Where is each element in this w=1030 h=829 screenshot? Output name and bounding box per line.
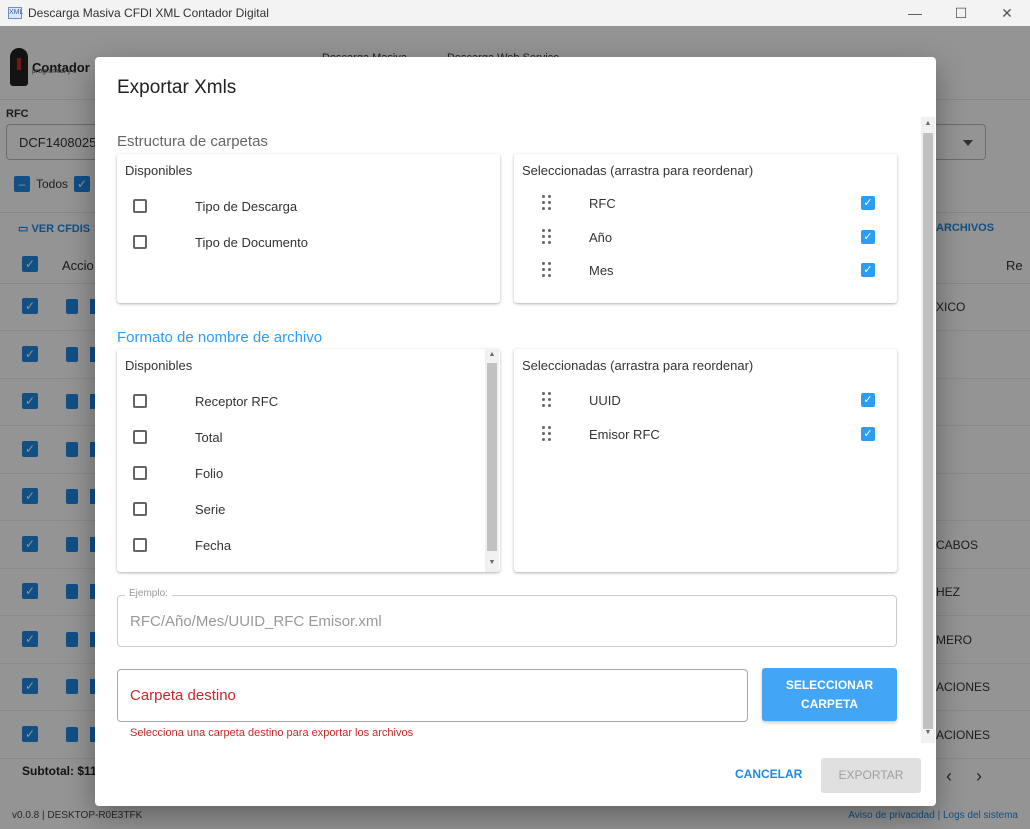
available-item-checkbox[interactable] xyxy=(133,235,147,249)
available-item-checkbox[interactable] xyxy=(133,502,147,516)
selected-item[interactable]: UUID ✓ xyxy=(514,391,897,411)
available-item-label: Receptor RFC xyxy=(195,394,279,409)
available-item-checkbox[interactable] xyxy=(133,538,147,552)
drag-handle-icon[interactable] xyxy=(542,392,554,408)
selected-item[interactable]: Año ✓ xyxy=(514,228,897,248)
minimize-button[interactable]: — xyxy=(892,0,938,26)
selected-item-label: RFC xyxy=(589,196,616,211)
available-item-label: Fecha xyxy=(195,538,232,553)
folder-available-card: Disponibles Tipo de Descarga Tipo de Docu… xyxy=(117,154,500,303)
available-item[interactable]: Folio xyxy=(133,463,223,483)
close-window-button[interactable]: ✕ xyxy=(984,0,1030,26)
select-folder-button[interactable]: SELECCIONAR CARPETA xyxy=(762,668,897,721)
export-xmls-dialog: Exportar Xmls Estructura de carpetas Dis… xyxy=(95,57,936,806)
filename-selected-header: Seleccionadas (arrastra para reordenar) xyxy=(522,358,754,373)
select-folder-button-line1: SELECCIONAR xyxy=(785,678,874,692)
window-title: Descarga Masiva CFDI XML Contador Digita… xyxy=(28,6,269,20)
dialog-scroll-up-icon[interactable]: ▲ xyxy=(923,120,933,130)
selected-item[interactable]: Mes ✓ xyxy=(514,261,897,281)
selected-item-checkbox[interactable]: ✓ xyxy=(861,196,875,210)
export-button[interactable]: EXPORTAR xyxy=(821,758,921,793)
dialog-scroll-thumb[interactable] xyxy=(923,133,933,729)
available-item-label: Serie xyxy=(195,502,226,517)
available-item-checkbox[interactable] xyxy=(133,394,147,408)
destination-folder-help: Selecciona una carpeta destino para expo… xyxy=(130,727,414,739)
drag-handle-icon[interactable] xyxy=(542,262,554,278)
selected-item-checkbox[interactable]: ✓ xyxy=(861,393,875,407)
available-item-label: Tipo de Descarga xyxy=(195,199,298,214)
filename-format-title: Formato de nombre de archivo xyxy=(117,329,323,346)
selected-item-label: Emisor RFC xyxy=(589,426,660,442)
available-item-label: Folio xyxy=(195,466,224,481)
folder-selected-card: Seleccionadas (arrastra para reordenar) … xyxy=(514,154,897,303)
folder-available-header: Disponibles xyxy=(125,163,193,178)
scroll-up-arrow-icon[interactable]: ▲ xyxy=(487,351,497,358)
available-item-label: Tipo de Documento xyxy=(195,235,308,250)
filename-available-header: Disponibles xyxy=(125,358,193,373)
drag-handle-icon[interactable] xyxy=(542,425,554,442)
filename-available-scroll-thumb[interactable] xyxy=(487,363,497,551)
available-item[interactable]: Tipo de Documento xyxy=(133,232,308,252)
window-titlebar: XML Descarga Masiva CFDI XML Contador Di… xyxy=(0,0,1030,26)
folder-selected-header: Seleccionadas (arrastra para reordenar) xyxy=(522,163,754,178)
available-item-checkbox[interactable] xyxy=(133,430,147,444)
available-item-checkbox[interactable] xyxy=(133,466,147,480)
cancel-button[interactable]: CANCELAR xyxy=(735,767,802,781)
selected-item[interactable]: RFC ✓ xyxy=(514,194,897,214)
dialog-title: Exportar Xmls xyxy=(117,77,237,98)
select-folder-button-line2: CARPETA xyxy=(800,697,859,711)
filename-selected-card: Seleccionadas (arrastra para reordenar) … xyxy=(514,349,897,572)
drag-handle-icon[interactable] xyxy=(542,228,554,245)
drag-handle-icon[interactable] xyxy=(542,195,554,211)
destination-folder-label: Carpeta destino xyxy=(130,687,236,704)
selected-item-checkbox[interactable]: ✓ xyxy=(861,263,875,277)
folder-structure-title: Estructura de carpetas xyxy=(117,133,268,150)
available-item[interactable]: Serie xyxy=(133,499,225,519)
selected-item-checkbox[interactable]: ✓ xyxy=(861,426,875,441)
selected-item[interactable]: Emisor RFC ✓ xyxy=(514,425,897,445)
selected-item-label: Año xyxy=(589,229,613,245)
maximize-button[interactable]: ☐ xyxy=(938,0,984,26)
selected-item-label: Mes xyxy=(589,263,614,278)
window-controls: — ☐ ✕ xyxy=(892,0,1030,26)
example-value: RFC/Año/Mes/UUID_RFC Emisor.xml xyxy=(130,613,382,630)
example-label: Ejemplo: xyxy=(125,588,172,599)
scroll-down-arrow-icon[interactable]: ▼ xyxy=(487,559,497,566)
available-item[interactable]: Tipo de Descarga xyxy=(133,196,297,216)
selected-item-checkbox[interactable]: ✓ xyxy=(861,229,875,244)
app-icon: XML xyxy=(8,7,23,19)
available-item[interactable]: Receptor RFC xyxy=(133,391,278,411)
dialog-scroll-down-icon[interactable]: ▼ xyxy=(923,729,933,739)
available-item[interactable]: Fecha xyxy=(133,535,231,555)
available-item-checkbox[interactable] xyxy=(133,199,147,213)
selected-item-label: UUID xyxy=(589,393,621,408)
filename-available-card: Disponibles Receptor RFC Total Folio Serie F… xyxy=(117,349,500,572)
available-item-label: Total xyxy=(195,430,223,445)
available-item[interactable]: Total xyxy=(133,427,222,447)
